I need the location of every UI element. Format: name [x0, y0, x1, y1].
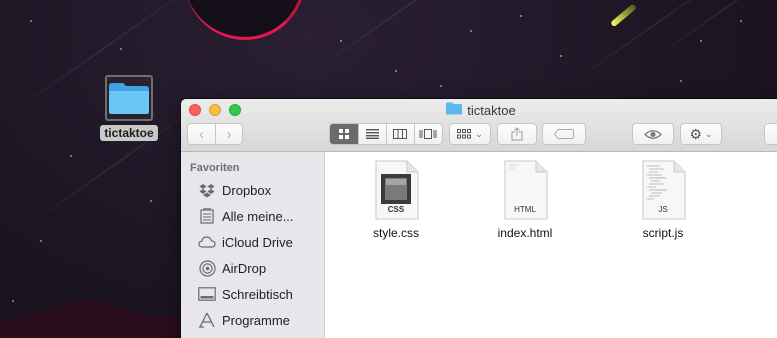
- sidebar-item-label: Programme: [222, 312, 290, 328]
- eye-icon: [644, 129, 662, 139]
- sidebar-item-label: Alle meine...: [222, 208, 294, 224]
- sidebar-item-all-files[interactable]: Alle meine...: [198, 204, 294, 228]
- ridge-graphic: [0, 298, 200, 338]
- tags-button[interactable]: [542, 123, 586, 145]
- applications-icon: [198, 311, 216, 329]
- share-icon: [511, 127, 523, 141]
- quick-look-button[interactable]: [632, 123, 674, 145]
- coverflow-view-button[interactable]: [413, 124, 442, 144]
- sidebar-item-label: iCloud Drive: [222, 234, 293, 250]
- chevron-left-icon: ‹: [198, 125, 204, 143]
- file-type-badge: JS: [658, 205, 668, 214]
- chevron-right-icon: ›: [226, 125, 232, 143]
- share-button[interactable]: [497, 123, 537, 145]
- window-title-text: tictaktoe: [467, 102, 516, 118]
- desktop-folder-tictaktoe[interactable]: tictaktoe: [99, 75, 159, 141]
- comet-graphic: [610, 3, 637, 28]
- tag-icon: [554, 129, 574, 139]
- file-item-script-js[interactable]: JS script.js: [618, 160, 708, 240]
- dropbox-icon: [198, 181, 216, 199]
- finder-window: tictaktoe ‹ › ⌄ ⚙ ⌄ Favoriten Dropbox Al…: [181, 99, 777, 338]
- all-files-icon: [198, 207, 216, 225]
- js-file-icon: JS: [640, 160, 686, 220]
- arrange-grid-icon: [457, 129, 472, 139]
- icon-view-button[interactable]: [330, 124, 358, 144]
- search-field[interactable]: [764, 123, 777, 145]
- sidebar-item-applications[interactable]: Programme: [198, 308, 290, 332]
- title-bar: tictaktoe ‹ › ⌄ ⚙ ⌄: [181, 99, 777, 152]
- window-title: tictaktoe: [181, 102, 777, 118]
- list-view-button[interactable]: [357, 124, 386, 144]
- sidebar-item-label: AirDrop: [222, 260, 267, 276]
- sidebar: Favoriten Dropbox Alle meine... iCloud D…: [181, 152, 325, 338]
- back-button[interactable]: ‹: [188, 124, 215, 144]
- cloud-icon: [198, 233, 216, 251]
- grid-icon: [338, 129, 349, 139]
- file-name: script.js: [642, 226, 684, 240]
- planet-graphic: [185, 0, 305, 40]
- file-name: style.css: [372, 226, 419, 240]
- file-name: index.html: [497, 226, 553, 240]
- chevron-down-icon: ⌄: [475, 128, 483, 139]
- action-button[interactable]: ⚙ ⌄: [680, 123, 722, 145]
- file-type-badge: CSS: [387, 205, 405, 214]
- navigation-buttons: ‹ ›: [187, 123, 243, 145]
- chevron-down-icon: ⌄: [705, 128, 713, 139]
- sidebar-item-label: Dropbox: [222, 182, 272, 198]
- file-browser-content: CSS style.css HTML index.html JS script.…: [326, 152, 777, 338]
- html-file-icon: HTML: [502, 160, 548, 220]
- sidebar-item-airdrop[interactable]: AirDrop: [198, 256, 266, 280]
- file-item-index-html[interactable]: HTML index.html: [480, 160, 570, 240]
- column-view-button[interactable]: [385, 124, 414, 144]
- coverflow-icon: [419, 129, 437, 139]
- sidebar-item-desktop[interactable]: Schreibtisch: [198, 282, 293, 306]
- sidebar-item-icloud-drive[interactable]: iCloud Drive: [198, 230, 293, 254]
- desktop-icon: [198, 285, 216, 303]
- columns-icon: [393, 129, 408, 139]
- folder-icon: [105, 75, 153, 121]
- file-type-badge: HTML: [514, 205, 536, 214]
- folder-icon: [446, 102, 463, 118]
- sidebar-heading: Favoriten: [190, 162, 240, 174]
- file-item-style-css[interactable]: CSS style.css: [351, 160, 441, 240]
- gear-icon: ⚙: [689, 125, 702, 142]
- desktop-folder-label: tictaktoe: [100, 125, 158, 141]
- arrange-button[interactable]: ⌄: [449, 123, 491, 145]
- airdrop-icon: [198, 259, 216, 277]
- list-icon: [365, 129, 379, 139]
- forward-button[interactable]: ›: [214, 124, 242, 144]
- sidebar-item-dropbox[interactable]: Dropbox: [198, 178, 271, 202]
- css-file-icon: CSS: [373, 160, 419, 220]
- view-mode-control: [329, 123, 443, 145]
- sidebar-item-label: Schreibtisch: [222, 286, 293, 302]
